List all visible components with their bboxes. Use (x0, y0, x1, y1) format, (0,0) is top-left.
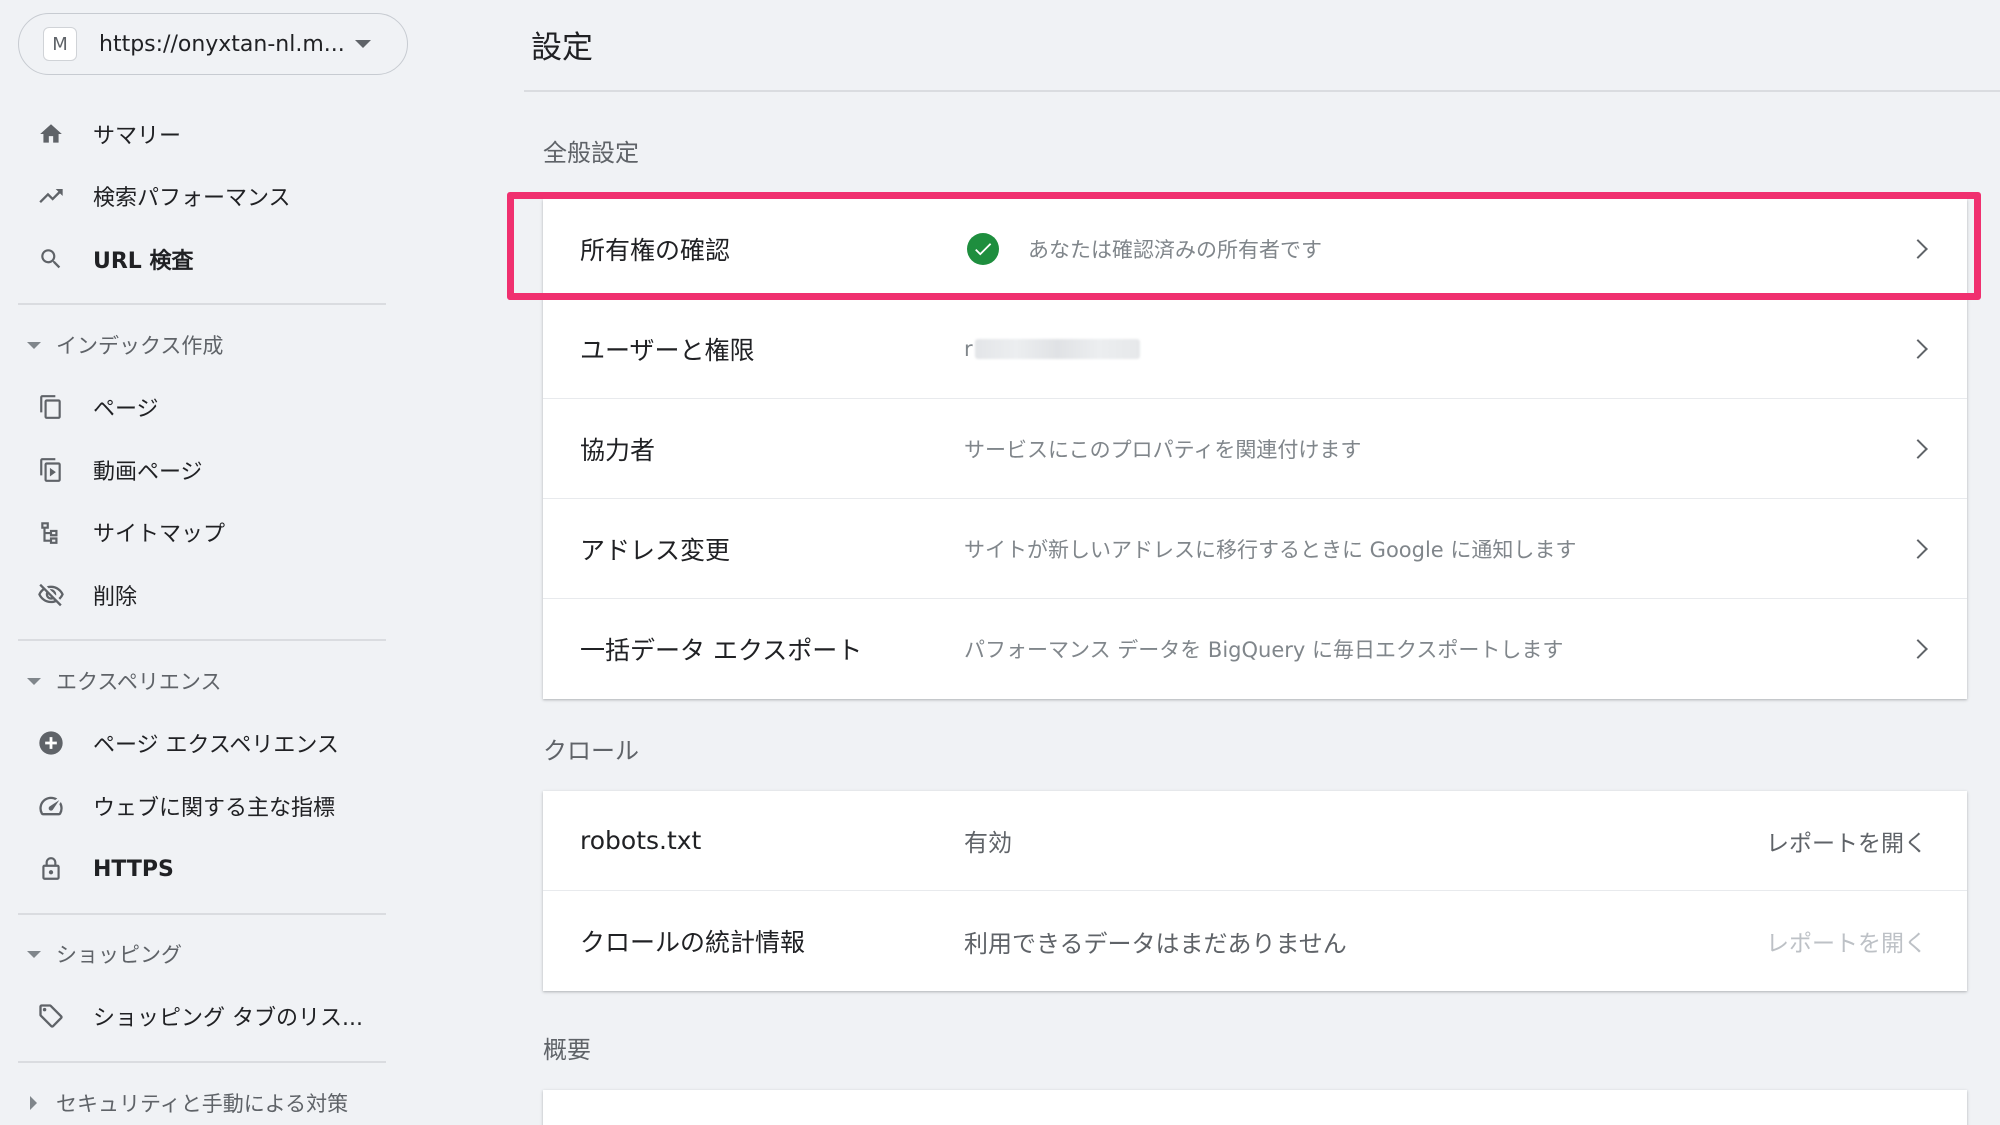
settings-row-ownership[interactable]: 所有権の確認 あなたは確認済みの所有者です (543, 199, 1967, 299)
row-description: あなたは確認済みの所有者です (1028, 237, 1322, 262)
sidebar-item-label: URL 検査 (93, 249, 194, 274)
row-title: 所有権の確認 (580, 235, 731, 265)
check-circle-icon (967, 232, 999, 265)
section-label: エクスペリエンス (56, 670, 222, 694)
sidebar-divider (18, 303, 386, 305)
redaction-blur (974, 338, 1140, 359)
section-label: ショッピング (56, 943, 182, 967)
chevron-right-icon (1908, 639, 1928, 659)
row-description: 有効 (964, 829, 1012, 857)
row-title: 一括データ エクスポート (580, 636, 863, 665)
sidebar-item-label: ページ (93, 397, 159, 422)
sidebar-item-shopping-tab-listings[interactable]: ショッピング タブのリス... (0, 988, 400, 1044)
sidebar-divider (18, 639, 386, 641)
sidebar-section-security[interactable]: セキュリティと手動による対策 (0, 1078, 400, 1125)
chevron-right-icon (1908, 538, 1928, 559)
search-icon (36, 244, 66, 274)
sidebar-item-label: サマリー (93, 124, 182, 149)
row-title: 協力者 (580, 435, 656, 465)
sidebar: M https://onyxtan-nl.m... サマリー 検索パフォーマンス… (0, 0, 520, 1125)
section-label: インデックス作成 (56, 334, 224, 358)
sidebar-item-https[interactable]: HTTPS (0, 841, 400, 897)
settings-row-robots-txt: robots.txt 有効 レポートを開く (543, 791, 1967, 891)
row-title: robots.txt (580, 826, 702, 855)
property-url: https://onyxtan-nl.m... (99, 31, 343, 57)
sidebar-section-experience[interactable]: エクスペリエンス (0, 656, 400, 706)
settings-row-change-of-address[interactable]: アドレス変更 サイトが新しいアドレスに移行するときに Google に通知します (543, 499, 1967, 599)
section-heading-overview: 概要 (543, 1036, 591, 1064)
sidebar-item-page-experience[interactable]: ページ エクスペリエンス (0, 715, 400, 771)
sidebar-item-url-inspection[interactable]: URL 検査 (0, 231, 400, 287)
sidebar-section-indexing[interactable]: インデックス作成 (0, 320, 400, 370)
home-icon (36, 119, 66, 149)
sidebar-item-label: ページ エクスペリエンス (93, 733, 339, 758)
sidebar-item-label: ウェブに関する主な指標 (93, 796, 336, 821)
eye-off-icon (36, 580, 66, 610)
overview-card (543, 1090, 1967, 1125)
section-heading-general: 全般設定 (543, 139, 639, 167)
sidebar-item-video-pages[interactable]: 動画ページ (0, 442, 400, 498)
chevron-right-icon (30, 1096, 37, 1110)
row-description: パフォーマンス データを BigQuery に毎日エクスポートします (964, 638, 1564, 662)
row-description: サービスにこのプロパティを関連付けます (964, 437, 1362, 462)
general-settings-card: 所有権の確認 あなたは確認済みの所有者です ユーザーと権限 r 協力者 サービス… (543, 199, 1967, 699)
sidebar-item-label: 検索パフォーマンス (93, 186, 291, 211)
redacted-user-email: r (964, 337, 1140, 361)
sidebar-item-label: HTTPS (93, 856, 174, 882)
sidebar-item-core-web-vitals[interactable]: ウェブに関する主な指標 (0, 778, 400, 834)
page-title: 設定 (531, 30, 593, 66)
sidebar-item-label: 削除 (93, 585, 138, 610)
tag-icon (36, 1001, 66, 1031)
lock-icon (36, 854, 66, 884)
sidebar-item-label: 動画ページ (93, 460, 203, 485)
plus-circle-icon (36, 728, 66, 758)
sitemap-icon (36, 517, 66, 547)
settings-row-crawl-stats: クロールの統計情報 利用できるデータはまだありません レポートを開く (543, 891, 1967, 991)
settings-row-users-permissions[interactable]: ユーザーと権限 r (543, 299, 1967, 399)
chevron-down-icon (355, 40, 371, 48)
sidebar-section-shopping[interactable]: ショッピング (0, 929, 400, 979)
section-label: セキュリティと手動による対策 (56, 1092, 349, 1116)
row-title: アドレス変更 (580, 535, 731, 565)
row-description: 利用できるデータはまだありません (964, 929, 1347, 958)
sidebar-item-label: ショッピング タブのリス... (93, 1006, 363, 1031)
pages-icon (36, 392, 66, 422)
video-pages-icon (36, 455, 66, 485)
trending-up-icon (36, 181, 66, 211)
row-title: クロールの統計情報 (580, 928, 806, 957)
sidebar-divider (18, 1061, 386, 1063)
row-description: サイトが新しいアドレスに移行するときに Google に通知します (964, 537, 1577, 562)
sidebar-item-sitemaps[interactable]: サイトマップ (0, 504, 400, 560)
sidebar-item-pages[interactable]: ページ (0, 379, 400, 435)
sidebar-item-label: サイトマップ (93, 522, 226, 547)
chevron-down-icon (27, 677, 41, 685)
section-heading-crawl: クロール (543, 737, 639, 765)
settings-row-associations[interactable]: 協力者 サービスにこのプロパティを関連付けます (543, 399, 1967, 499)
property-selector[interactable]: M https://onyxtan-nl.m... (18, 13, 408, 75)
sidebar-divider (18, 913, 386, 915)
chevron-down-icon (27, 950, 41, 958)
sidebar-item-removals[interactable]: 削除 (0, 567, 400, 623)
chevron-right-icon (1908, 338, 1928, 359)
chevron-down-icon (27, 341, 41, 349)
speed-gauge-icon (36, 791, 66, 821)
property-avatar: M (43, 27, 77, 61)
chevron-right-icon (1908, 238, 1928, 259)
open-report-link-disabled: レポートを開く (1766, 931, 1927, 957)
settings-row-bulk-export[interactable]: 一括データ エクスポート パフォーマンス データを BigQuery に毎日エク… (543, 599, 1967, 699)
sidebar-item-summary[interactable]: サマリー (0, 106, 400, 162)
row-description: r (964, 336, 973, 361)
header-divider (524, 90, 2000, 92)
open-report-link[interactable]: レポートを開く (1766, 824, 1927, 858)
crawl-settings-card: robots.txt 有効 レポートを開く クロールの統計情報 利用できるデータ… (543, 791, 1967, 991)
sidebar-item-search-performance[interactable]: 検索パフォーマンス (0, 168, 400, 224)
chevron-right-icon (1908, 438, 1928, 459)
row-title: ユーザーと権限 (580, 335, 755, 365)
